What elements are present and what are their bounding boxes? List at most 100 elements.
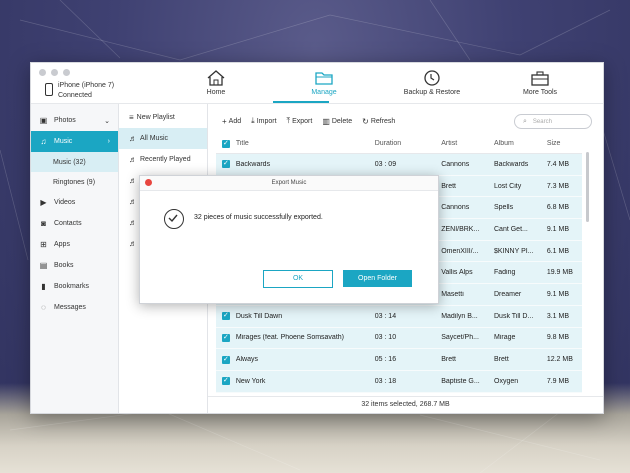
message-icon: ◌	[41, 303, 46, 312]
row-checkbox[interactable]: ✓	[222, 333, 230, 342]
checkmark-icon	[168, 214, 178, 222]
sidebar-photos-label: Photos	[54, 117, 76, 124]
cell-album: Dreamer	[494, 290, 522, 298]
device-status: Connected	[58, 92, 92, 99]
cell-album: Brett	[494, 356, 509, 364]
sidebar-contacts-label: Contacts	[54, 220, 82, 227]
recently-played-label: Recently Played	[140, 156, 191, 163]
table-row[interactable]: ✓ Mirages (feat. Phoene Somsavath) 03 : 10…	[216, 327, 582, 350]
nav-home[interactable]: Home	[181, 69, 251, 96]
add-playlist-icon: ≡	[129, 113, 134, 122]
import-button[interactable]: ⤓ Import	[251, 116, 276, 126]
window-zoom-button[interactable]	[63, 69, 70, 76]
open-folder-button[interactable]: Open Folder	[343, 270, 412, 287]
sidebar-item-books[interactable]: ▤ Books	[31, 255, 118, 276]
table-row[interactable]: ✓ New York 03 : 18 Baptiste G... Oxygen 7.9 M…	[216, 370, 582, 393]
sidebar-music-label: Music	[54, 138, 73, 145]
playlist-icon: ♬	[129, 134, 137, 143]
sidebar-item-bookmarks[interactable]: ▮ Bookmarks	[31, 276, 118, 297]
nav-more-tools[interactable]: More Tools	[505, 69, 575, 96]
cell-size: 9.1 MB	[546, 225, 569, 233]
sidebar-item-ringtones[interactable]: Ringtones (9)	[31, 172, 118, 192]
window-close-button[interactable]	[39, 69, 46, 76]
dialog-close-button[interactable]	[145, 179, 152, 186]
header-artist[interactable]: Artist	[441, 140, 494, 147]
playlist-icon: ♬	[129, 239, 137, 248]
phone-icon	[45, 83, 53, 96]
cell-album: Fading	[494, 269, 516, 277]
table-scrollbar[interactable]	[586, 152, 589, 222]
cell-artist: OmenXIII/...	[441, 247, 479, 255]
success-check-icon	[164, 209, 184, 229]
header-album[interactable]: Album	[494, 140, 547, 147]
sidebar-item-messages[interactable]: ◌ Messages	[31, 297, 118, 318]
window-controls	[39, 69, 70, 76]
row-checkbox[interactable]: ✓	[222, 312, 230, 321]
new-playlist-button[interactable]: ≡ New Playlist	[119, 107, 207, 128]
status-text: 32 items selected, 268.7 MB	[361, 401, 450, 408]
export-label: Export	[292, 117, 313, 125]
cell-album: Backwards	[494, 160, 529, 168]
refresh-icon: ↻	[362, 116, 369, 126]
table-row[interactable]: ✓ Always 05 : 16 Brett Brett 12.2 MB	[216, 349, 582, 371]
sidebar-item-photos[interactable]: ▣ Photos ⌄	[31, 110, 118, 131]
chevron-down-icon: ⌄	[104, 117, 110, 125]
plus-icon: +	[222, 116, 227, 126]
sidebar-item-videos[interactable]: ▶ Videos	[31, 192, 118, 213]
folder-icon	[315, 72, 333, 85]
select-all-checkbox[interactable]: ✓	[222, 139, 230, 148]
cell-album: Oxygen	[494, 377, 519, 385]
nav-tools-label: More Tools	[522, 89, 558, 96]
cell-artist: Masetti	[441, 290, 464, 298]
sidebar-item-music-sub[interactable]: Music (32)	[31, 152, 118, 172]
device-info: iPhone (iPhone 7) Connected	[45, 81, 114, 101]
header-size[interactable]: Size	[547, 140, 582, 147]
cell-size: 19.9 MB	[546, 269, 573, 277]
search-placeholder: Search	[532, 118, 552, 125]
table-row[interactable]: ✓ Dusk Till Dawn 03 : 14 Madilyn B... Dusk T…	[216, 305, 582, 328]
cell-duration: 03 : 14	[374, 312, 397, 320]
cell-title: Backwards	[235, 160, 271, 168]
cell-artist: Cannons	[441, 160, 470, 168]
cell-duration: 05 : 16	[374, 356, 397, 364]
cell-duration: 03 : 09	[374, 160, 397, 168]
table-row[interactable]: ✓ Backwards 03 : 09 Cannons Backwards 7.4 MB	[216, 154, 582, 176]
delete-button[interactable]: ▥ Delete	[322, 117, 352, 126]
header-title[interactable]: Title	[236, 140, 375, 147]
playlist-recently-played[interactable]: ♬ Recently Played	[119, 149, 207, 170]
sidebar-item-contacts[interactable]: ◙ Contacts	[31, 213, 118, 234]
cell-artist: Baptiste G...	[441, 377, 480, 385]
row-checkbox[interactable]: ✓	[222, 377, 230, 386]
add-label: Add	[228, 117, 242, 125]
header-duration[interactable]: Duration	[375, 140, 442, 147]
add-button[interactable]: + Add	[222, 117, 241, 126]
ok-button[interactable]: OK	[263, 270, 333, 288]
status-bar: 32 items selected, 268.7 MB	[208, 396, 603, 413]
sidebar-messages-label: Messages	[54, 304, 86, 311]
cell-size: 12.2 MB	[546, 356, 573, 364]
sidebar-videos-label: Videos	[54, 199, 76, 206]
video-icon: ▶	[40, 198, 47, 207]
sidebar-item-music[interactable]: ♫ Music ›	[31, 131, 118, 152]
row-checkbox[interactable]: ✓	[222, 355, 230, 364]
row-checkbox[interactable]: ✓	[222, 160, 230, 169]
dialog-message: 32 pieces of music successfully exported…	[194, 214, 323, 221]
cell-album: Dusk Till D...	[494, 312, 534, 320]
nav-manage[interactable]: Manage	[289, 69, 359, 96]
cell-artist: Saycet/Ph...	[441, 334, 479, 342]
export-button[interactable]: ⤒ Export	[287, 116, 313, 126]
sidebar-item-apps[interactable]: ⊞ Apps	[31, 234, 118, 255]
playlist-icon: ♬	[129, 155, 137, 164]
cell-album: $KINNY PI...	[494, 247, 534, 255]
nav-backup-restore[interactable]: Backup & Restore	[397, 69, 467, 96]
cell-size: 7.4 MB	[546, 160, 569, 168]
book-icon: ▤	[39, 261, 48, 270]
window-minimize-button[interactable]	[51, 69, 58, 76]
cell-duration: 03 : 10	[374, 334, 397, 342]
playlist-all-music[interactable]: ♬ All Music	[119, 128, 207, 149]
search-input[interactable]: ⌕ Search	[514, 114, 592, 129]
refresh-button[interactable]: ↻ Refresh	[362, 117, 395, 126]
sidebar: ▣ Photos ⌄ ♫ Music › Music (32) Ringtone…	[31, 104, 119, 413]
cell-artist: Brett	[441, 182, 456, 190]
dialog-title: Export Music	[271, 180, 307, 186]
